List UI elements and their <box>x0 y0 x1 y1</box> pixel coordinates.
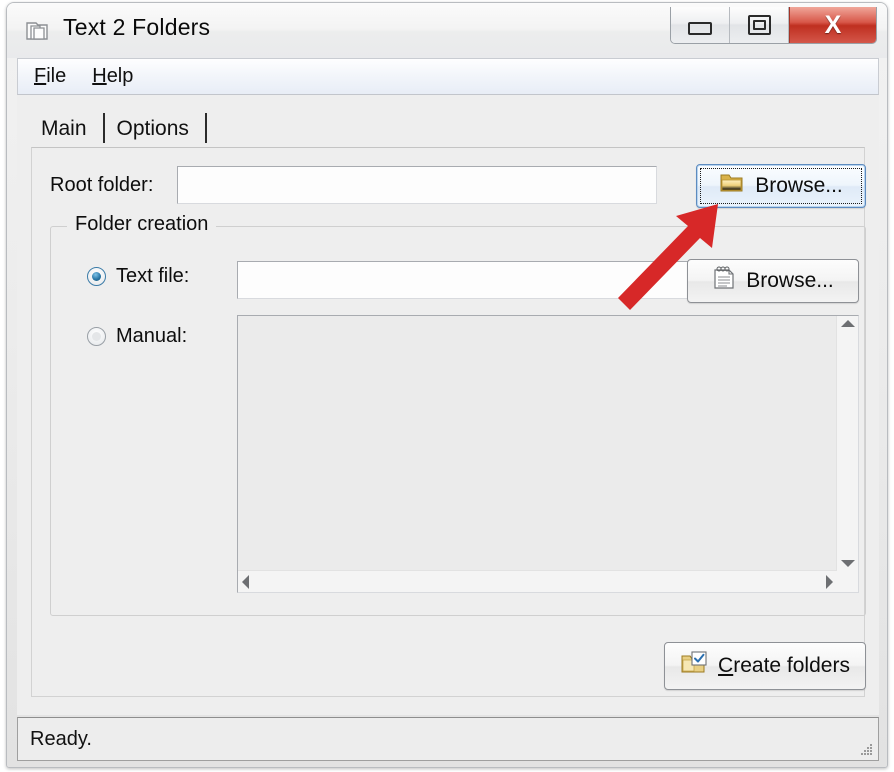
folder-check-icon <box>680 650 708 682</box>
title-bar: Text 2 Folders X <box>7 3 887 58</box>
folder-stack-icon <box>23 15 53 45</box>
create-folders-button[interactable]: Create folders <box>664 642 866 690</box>
root-folder-browse-button[interactable]: Browse... <box>696 164 866 208</box>
root-folder-label: Root folder: <box>50 174 154 196</box>
window-title: Text 2 Folders <box>63 14 211 40</box>
text-file-browse-label: Browse... <box>746 269 834 292</box>
status-bar: Ready. <box>17 717 879 761</box>
tab-strip: Main Options <box>31 109 209 147</box>
folder-icon <box>719 172 745 200</box>
menu-item-file[interactable]: File <box>34 65 66 88</box>
restore-icon <box>747 15 771 35</box>
scroll-right-icon[interactable] <box>826 574 833 589</box>
screenshot-root: Text 2 Folders X File Help Main Options … <box>0 0 894 772</box>
caption-button-group: X <box>670 7 877 44</box>
scroll-down-icon[interactable] <box>840 560 855 567</box>
text-file-browse-button[interactable]: Browse... <box>687 259 859 303</box>
manual-textarea-field[interactable] <box>238 316 837 571</box>
create-folders-label: Create folders <box>718 654 850 677</box>
radio-manual[interactable]: Manual: <box>87 325 187 348</box>
folder-creation-groupbox: Folder creation Text file: Browse... Man… <box>50 213 866 616</box>
tab-separator-1 <box>102 113 105 143</box>
menu-item-file-rest: ile <box>46 65 67 87</box>
manual-horizontal-scrollbar[interactable] <box>238 570 837 592</box>
minimize-icon <box>688 21 712 35</box>
tab-options[interactable]: Options <box>107 113 203 147</box>
client-area: Main Options Root folder: Browse... Fold… <box>17 95 879 715</box>
notepad-icon <box>712 265 736 297</box>
radio-manual-label: Manual: <box>116 325 188 347</box>
radio-manual-indicator <box>87 327 106 346</box>
manual-vertical-scrollbar[interactable] <box>836 316 858 571</box>
text-file-input[interactable] <box>237 261 695 299</box>
radio-text-file[interactable]: Text file: <box>87 265 189 288</box>
scroll-left-icon[interactable] <box>242 574 249 589</box>
tab-main[interactable]: Main <box>31 113 101 147</box>
minimize-button[interactable] <box>671 7 730 43</box>
application-window: Text 2 Folders X File Help Main Options … <box>6 2 888 768</box>
root-folder-input[interactable] <box>177 166 657 204</box>
close-icon: X <box>824 10 842 39</box>
menu-bar: File Help <box>17 58 879 95</box>
restore-button[interactable] <box>730 7 789 43</box>
menu-item-help[interactable]: Help <box>92 65 133 88</box>
root-folder-browse-label: Browse... <box>755 174 843 197</box>
resize-grip-icon[interactable] <box>858 741 874 757</box>
radio-text-file-label: Text file: <box>116 265 190 287</box>
status-text: Ready. <box>30 727 92 750</box>
menu-item-help-rest: elp <box>106 65 134 87</box>
close-button[interactable]: X <box>789 7 876 43</box>
manual-textarea[interactable] <box>237 315 859 593</box>
tab-separator-2 <box>204 113 207 143</box>
folder-creation-title: Folder creation <box>67 213 217 236</box>
scroll-up-icon[interactable] <box>840 320 855 327</box>
tab-panel-main: Root folder: Browse... Folder creation T… <box>31 147 866 697</box>
radio-text-file-indicator <box>87 267 106 286</box>
scrollbar-corner <box>837 571 858 592</box>
